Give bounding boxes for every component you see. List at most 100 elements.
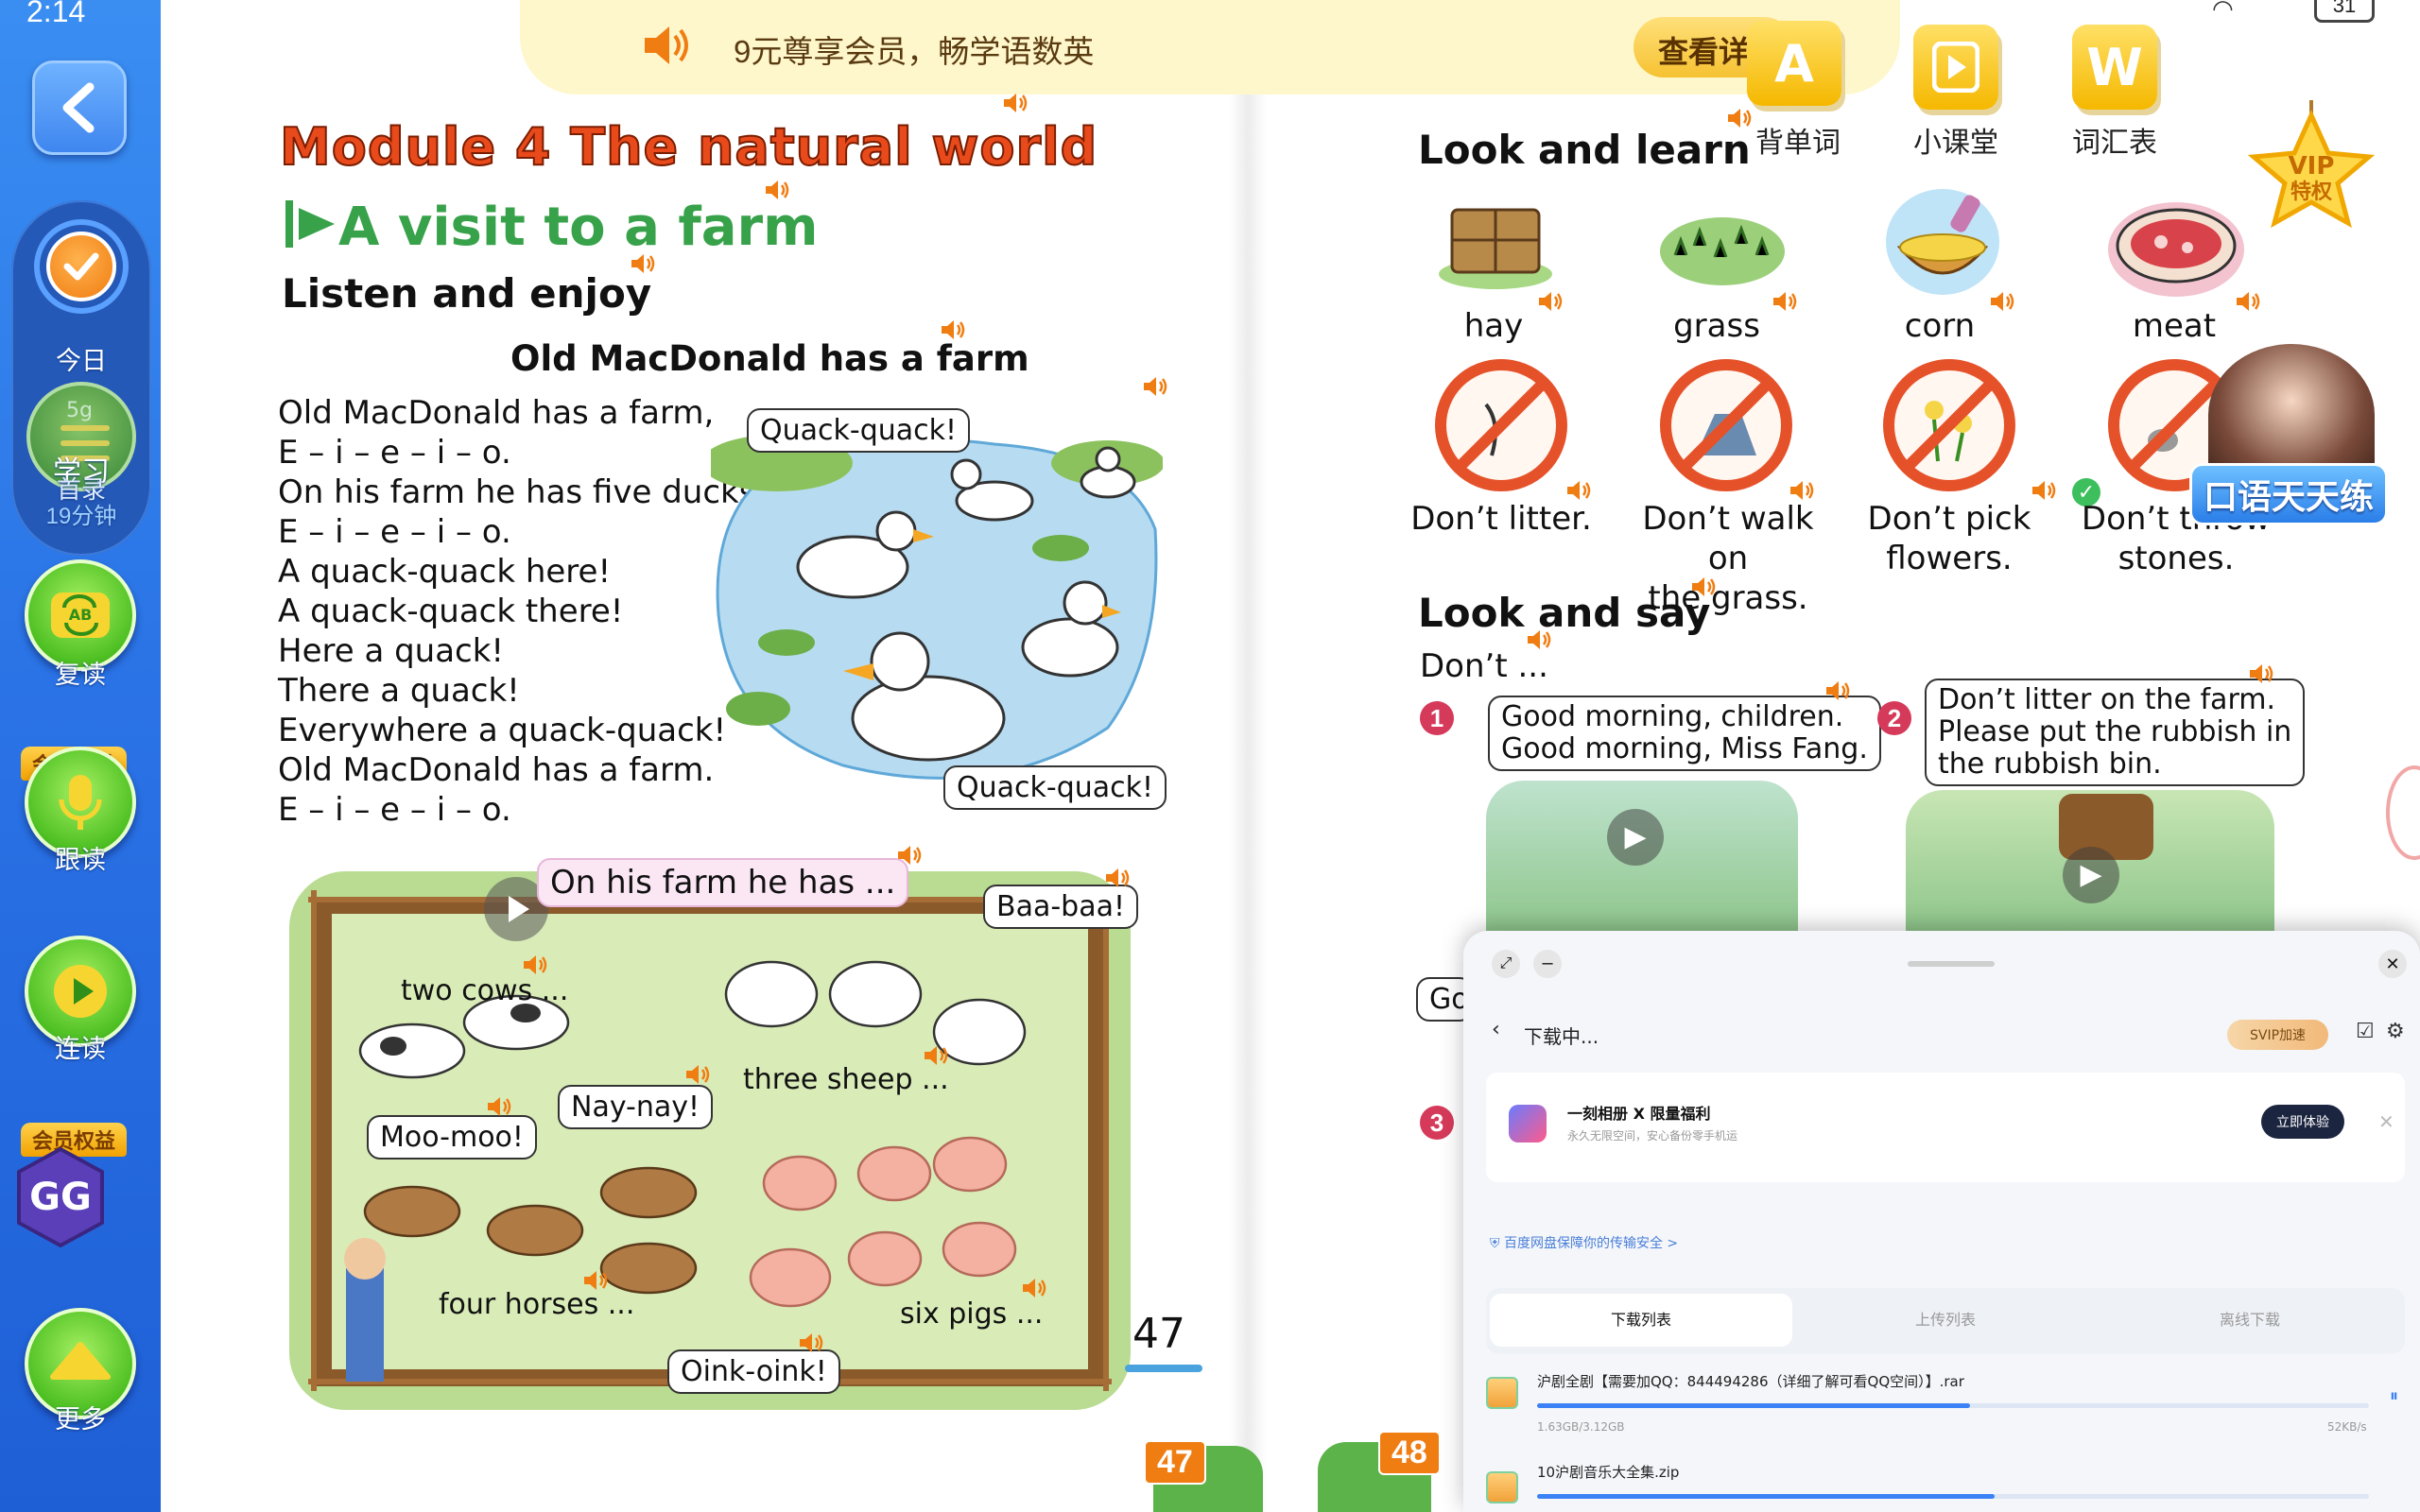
- oral-practice-banner[interactable]: 口语天天练: [2189, 463, 2389, 525]
- speaker-icon[interactable]: [1824, 679, 1853, 703]
- promo-text: 9元尊享会员，畅学语数英: [734, 34, 1095, 69]
- svg-text:AB: AB: [69, 606, 93, 624]
- speaker-icon[interactable]: [798, 1331, 826, 1355]
- settings-icon[interactable]: ⚙: [2386, 1020, 2405, 1043]
- gg-label: GG: [29, 1176, 92, 1219]
- word-grass: grass: [1673, 307, 1760, 345]
- speaker-icon[interactable]: [1142, 374, 1170, 399]
- speaker-icon[interactable]: [2248, 662, 2276, 686]
- dialog-illustration-1[interactable]: ▶: [1486, 781, 1798, 936]
- back-button[interactable]: [32, 60, 127, 155]
- grass-picture[interactable]: [1656, 198, 1789, 293]
- repeat-label: 复读: [55, 661, 106, 689]
- song-lyrics: Old MacDonald has a farm, E – i – e – i …: [278, 393, 766, 830]
- speech-bubble: Oink-oink!: [667, 1349, 840, 1394]
- ad-card[interactable]: 一刻相册 X 限量福利 永久无限空间，安心备份零手机运 立即体验 ✕: [1486, 1073, 2405, 1182]
- status-time: 2:14: [26, 0, 86, 28]
- dialog-bubble-1: Good morning, children. Good morning, Mi…: [1488, 696, 1881, 771]
- ad-subtitle: 永久无限空间，安心备份零手机运: [1567, 1129, 1738, 1143]
- word-hay: hay: [1463, 307, 1524, 345]
- vip-privilege-text: 特权: [2290, 180, 2333, 204]
- speaker-icon[interactable]: [486, 1094, 514, 1119]
- speaker-icon[interactable]: [582, 1268, 611, 1293]
- speaker-icon[interactable]: [684, 1062, 713, 1087]
- no-pick-flowers-sign-icon[interactable]: [1881, 357, 2017, 493]
- lyric-line: A quack-quack here!: [278, 553, 612, 591]
- gg-overlay-icon[interactable]: GG: [13, 1145, 108, 1249]
- mini-class-button[interactable]: [1913, 25, 1998, 110]
- label-two-cows: two cows ...: [401, 974, 569, 1007]
- label-three-sheep: three sheep ...: [743, 1063, 949, 1096]
- speaker-icon[interactable]: [1772, 289, 1800, 314]
- dialog-illustration-2[interactable]: ▶: [1906, 790, 2274, 936]
- speaker-icon[interactable]: [1104, 866, 1132, 890]
- svip-boost-button[interactable]: SVIP加速: [2227, 1020, 2329, 1050]
- corn-picture[interactable]: [1881, 185, 2004, 299]
- today-study-panel[interactable]: 今日 5g 学习 首录 19分钟: [11, 200, 151, 556]
- vip-text: VIP: [2289, 152, 2335, 180]
- speaker-icon[interactable]: [1726, 106, 1754, 130]
- speaker-icon[interactable]: [2235, 289, 2263, 314]
- sign-caption: Don’t pick flowers.: [1867, 500, 2031, 577]
- section-look-and-learn: Look and learn: [1418, 127, 1751, 173]
- lyric-line: There a quack!: [278, 672, 520, 710]
- play-icon[interactable]: ▶: [2063, 847, 2119, 903]
- try-now-button[interactable]: 立即体验: [2261, 1105, 2344, 1139]
- label-six-pigs: six pigs ...: [900, 1297, 1044, 1331]
- exercise-number-3: 3: [1420, 1106, 1454, 1140]
- pause-icon[interactable]: ⏸: [2390, 1386, 2398, 1406]
- farm-header-bubble: On his farm he has ...: [537, 858, 909, 907]
- close-icon[interactable]: ✕: [2378, 950, 2407, 978]
- speaker-icon[interactable]: [764, 178, 792, 202]
- app-logo-icon: [1509, 1105, 1547, 1143]
- play-icon[interactable]: ▶: [1607, 809, 1664, 866]
- vocabulary-button[interactable]: W: [2072, 25, 2157, 110]
- download-panel: ⤢ – ✕ ‹ 下载中... SVIP加速 ☑ ⚙ 一刻相册 X 限量福利 永久…: [1463, 931, 2420, 1512]
- back-chevron-icon[interactable]: ‹: [1492, 1018, 1500, 1041]
- speaker-icon[interactable]: [1690, 575, 1719, 599]
- tab-download-list[interactable]: 下载列表: [1490, 1294, 1792, 1347]
- speaker-icon[interactable]: [1021, 1276, 1049, 1300]
- file-name: 沪剧全剧【需要加QQ：844494286（详细了解可看QQ空间）】.rar: [1537, 1373, 1964, 1390]
- speaker-icon[interactable]: [522, 953, 550, 977]
- check-list-icon[interactable]: ☑: [2356, 1020, 2375, 1043]
- hay-picture[interactable]: [1435, 185, 1556, 295]
- duck-pond-illustration[interactable]: [701, 406, 1165, 803]
- page-tab-number[interactable]: 48: [1378, 1431, 1441, 1475]
- speaker-icon[interactable]: [630, 251, 658, 276]
- repeat-icon: AB: [51, 593, 110, 638]
- tab-upload-list[interactable]: 上传列表: [1794, 1294, 2097, 1347]
- close-icon[interactable]: ✕: [2378, 1110, 2394, 1133]
- download-row[interactable]: 10沪剧音乐大全集.zip: [1486, 1458, 2416, 1512]
- vocabulary-label: 词汇表: [2072, 128, 2157, 159]
- memorize-words-button[interactable]: A: [1747, 21, 1841, 106]
- unit-title: A visit to a farm: [338, 197, 819, 258]
- speaker-icon[interactable]: [1526, 627, 1554, 652]
- dialog-line: Don’t litter on the farm.: [1938, 683, 2276, 716]
- vip-star-badge[interactable]: VIP 特权: [2240, 100, 2382, 232]
- chevron-left-icon: [62, 82, 95, 133]
- security-notice[interactable]: ⛨ 百度网盘保障你的传输安全 >: [1490, 1233, 1678, 1252]
- expand-icon[interactable]: ⤢: [1492, 950, 1520, 978]
- download-row[interactable]: 沪剧全剧【需要加QQ：844494286（详细了解可看QQ空间）】.rar 1.…: [1486, 1366, 2416, 1456]
- speaker-icon[interactable]: [940, 318, 968, 342]
- lyric-line: Old MacDonald has a farm,: [278, 394, 715, 432]
- minimize-icon[interactable]: –: [1533, 950, 1562, 978]
- security-text: 百度网盘保障你的传输安全 >: [1503, 1236, 1679, 1251]
- dialog-bubble-2: Don’t litter on the farm. Please put the…: [1925, 679, 2306, 786]
- lyric-line: Old MacDonald has a farm.: [278, 751, 715, 789]
- no-walk-on-grass-sign-icon[interactable]: [1658, 357, 1794, 493]
- speaker-icon[interactable]: [923, 1043, 951, 1068]
- tab-bar: 下载列表 上传列表 离线下载: [1486, 1288, 2405, 1354]
- speaker-icon[interactable]: [896, 843, 925, 868]
- letter-w-icon: W: [2086, 37, 2143, 97]
- meat-picture[interactable]: [2106, 198, 2246, 301]
- drag-handle[interactable]: [1908, 961, 1995, 967]
- vip-promo-banner[interactable]: 9元尊享会员，畅学语数英 查看详: [520, 0, 1900, 94]
- speaker-icon: [645, 26, 688, 64]
- speaker-icon[interactable]: [1002, 91, 1030, 115]
- page-tab-number[interactable]: 47: [1144, 1440, 1206, 1485]
- today-check-icon: [34, 219, 129, 314]
- no-litter-sign-icon[interactable]: [1433, 357, 1569, 493]
- tab-offline-download[interactable]: 离线下载: [2099, 1294, 2401, 1347]
